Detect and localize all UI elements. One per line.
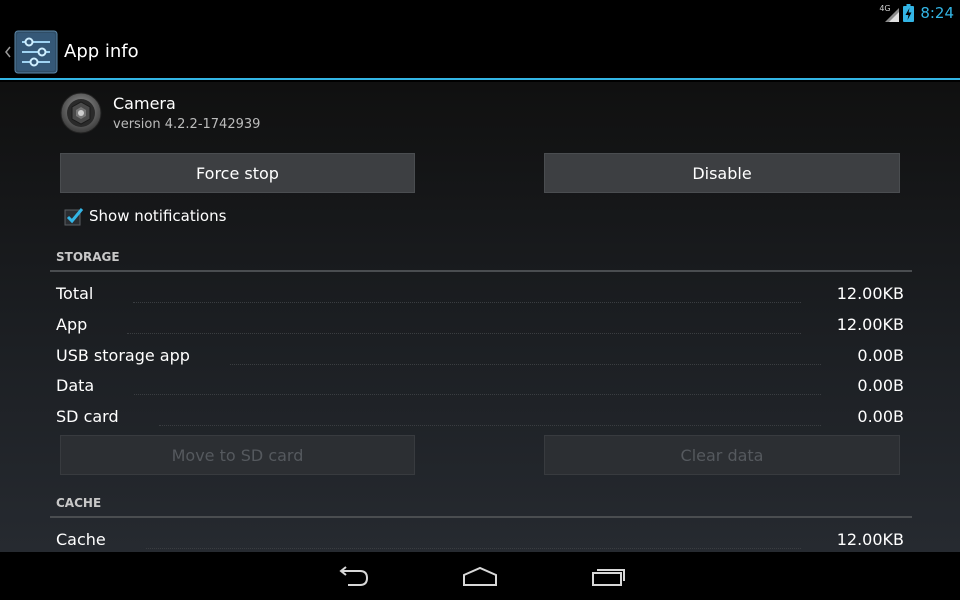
row-value: 12.00KB <box>836 283 904 303</box>
storage-row-usb: USB storage app 0.00B <box>56 341 904 369</box>
disable-button[interactable]: Disable <box>544 153 900 193</box>
storage-row-app: App 12.00KB <box>56 310 904 338</box>
app-header: Camera version 4.2.2-1742939 <box>60 92 260 134</box>
status-bar: 4G 8:24 <box>0 0 960 25</box>
action-bar: App info <box>0 25 960 80</box>
clear-data-button[interactable]: Clear data <box>544 435 900 475</box>
navigation-bar <box>0 552 960 600</box>
storage-row-sd-card: SD card 0.00B <box>56 402 904 430</box>
force-stop-button[interactable]: Force stop <box>60 153 415 193</box>
show-notifications-row[interactable]: Show notifications <box>64 207 227 226</box>
camera-icon <box>60 92 102 134</box>
row-value: 12.00KB <box>836 314 904 334</box>
storage-row-total: Total 12.00KB <box>56 279 904 307</box>
row-label: Cache <box>56 529 106 549</box>
cache-section-header: CACHE <box>50 496 912 518</box>
row-value: 0.00B <box>857 375 904 395</box>
app-name: Camera <box>113 94 176 113</box>
up-navigation-icon[interactable] <box>2 24 14 79</box>
storage-section-header: STORAGE <box>50 250 912 272</box>
cache-row: Cache 12.00KB <box>56 525 904 552</box>
move-to-sd-card-button[interactable]: Move to SD card <box>60 435 415 475</box>
app-info-content[interactable]: Camera version 4.2.2-1742939 Force stop … <box>0 82 960 552</box>
row-label: App <box>56 314 88 334</box>
settings-sliders-icon[interactable] <box>14 30 58 74</box>
status-indicators: 4G 8:24 <box>879 0 954 25</box>
row-value: 0.00B <box>857 345 904 365</box>
signal-icon: 4G <box>879 4 900 22</box>
app-version: version 4.2.2-1742939 <box>113 117 261 132</box>
row-value: 12.00KB <box>836 529 904 549</box>
back-icon[interactable] <box>332 562 372 590</box>
battery-charging-icon <box>903 3 915 22</box>
row-label: USB storage app <box>56 345 190 365</box>
page-title: App info <box>64 41 139 62</box>
row-label: Data <box>56 375 95 395</box>
storage-row-data: Data 0.00B <box>56 371 904 399</box>
recent-apps-icon[interactable] <box>588 562 628 590</box>
row-value: 0.00B <box>857 406 904 426</box>
row-label: Total <box>56 283 94 303</box>
home-icon[interactable] <box>460 562 500 590</box>
show-notifications-checkbox[interactable] <box>64 207 84 226</box>
show-notifications-label: Show notifications <box>89 207 227 225</box>
status-clock: 8:24 <box>920 3 954 22</box>
row-label: SD card <box>56 406 119 426</box>
